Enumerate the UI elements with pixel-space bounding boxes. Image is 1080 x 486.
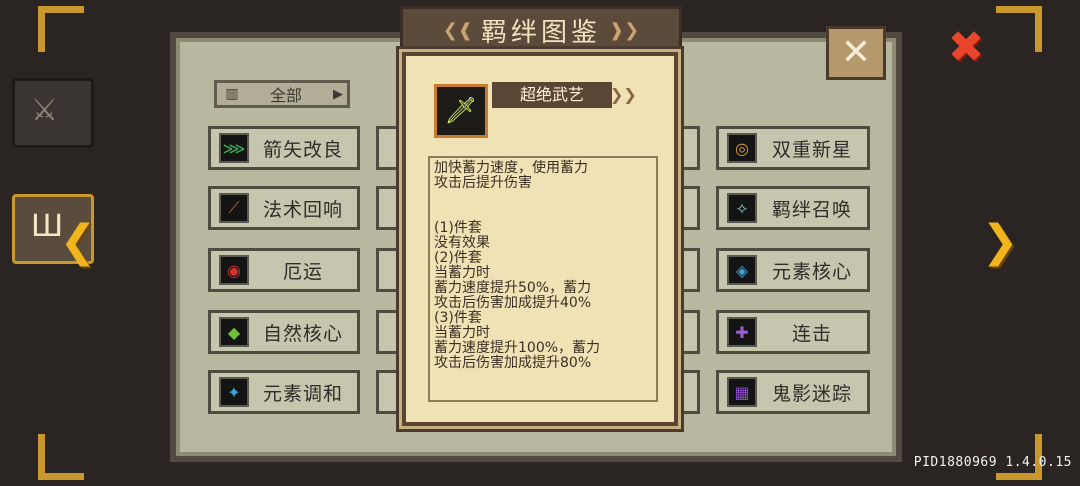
weapon-tab[interactable]: ⚔ xyxy=(12,78,94,148)
next-page-button[interactable]: ❯ xyxy=(980,218,1020,266)
bond-card[interactable]: ◎ 双重新星 xyxy=(716,126,870,170)
frame-corner-top-left xyxy=(38,6,84,52)
bond-card-label: 双重新星 xyxy=(771,138,852,161)
gem-icon: ◆ xyxy=(219,317,249,347)
version-text: PID1880969 1.4.0.15 xyxy=(913,455,1072,470)
bond-card[interactable]: ⟋ 法术回响 xyxy=(208,186,360,230)
core-icon: ◈ xyxy=(727,255,757,285)
bond-card-label: 元素核心 xyxy=(771,260,852,283)
element-icon: ✦ xyxy=(219,377,249,407)
bond-card-hidden[interactable] xyxy=(376,310,400,354)
tooltip-title: 超绝武艺 xyxy=(492,82,612,108)
bond-tooltip: 🗡 超绝武艺 ❯❯ 加快蓄力速度，使用蓄力 攻击后提升伤害 (1)件套 没有效果… xyxy=(402,52,678,426)
bond-card-label: 箭矢改良 xyxy=(262,138,343,161)
bond-card[interactable]: ⟡ 羁绊召唤 xyxy=(716,186,870,230)
sword-icon: 🗡 xyxy=(434,84,488,138)
summon-icon: ⟡ xyxy=(727,193,757,223)
grid-icon: ▥ xyxy=(225,86,239,102)
tooltip-chevrons: ❯❯ xyxy=(610,85,637,104)
bond-card-hidden[interactable] xyxy=(676,310,700,354)
close-x-icon: ✖ xyxy=(947,22,985,73)
bond-card-label: 厄运 xyxy=(282,260,323,283)
chevron-left-icon: ❮ xyxy=(59,216,97,267)
nova-icon: ◎ xyxy=(727,133,757,163)
main-close-button[interactable]: ✖ xyxy=(944,26,988,72)
curse-icon: ◉ xyxy=(219,255,249,285)
title-deco-left: ❮❰ xyxy=(442,19,473,41)
staff-icon: ⟋ xyxy=(219,193,249,223)
bond-card[interactable]: ◈ 元素核心 xyxy=(716,248,870,292)
frame-corner-top-right xyxy=(996,6,1042,52)
bond-card[interactable]: ◉ 厄运 xyxy=(208,248,360,292)
bond-card-label: 连击 xyxy=(791,322,832,345)
bond-card[interactable]: ⋙ 箭矢改良 xyxy=(208,126,360,170)
filter-label: 全部 xyxy=(269,86,302,105)
page-title-banner: ❮❰ 羁绊图鉴 ❱❯ xyxy=(400,6,682,54)
chevron-right-icon: ❯ xyxy=(981,216,1019,267)
prev-page-button[interactable]: ❮ xyxy=(58,218,98,266)
bond-card-hidden[interactable] xyxy=(676,248,700,292)
bond-card-label: 鬼影迷踪 xyxy=(771,382,852,405)
bond-card-hidden[interactable] xyxy=(376,126,400,170)
bond-card-hidden[interactable] xyxy=(376,248,400,292)
close-icon: ✕ xyxy=(840,32,872,73)
bond-card-label: 法术回响 xyxy=(262,198,343,221)
bond-card-label: 自然核心 xyxy=(262,322,343,345)
bond-card-hidden[interactable] xyxy=(376,370,400,414)
frame-corner-bottom-left xyxy=(38,434,84,480)
title-deco-right: ❱❯ xyxy=(609,19,640,41)
bond-card-hidden[interactable] xyxy=(676,186,700,230)
ghost-icon: ▦ xyxy=(727,377,757,407)
page-title: 羁绊图鉴 xyxy=(480,17,601,48)
arrows-icon: ⋙ xyxy=(219,133,249,163)
bond-card[interactable]: ✦ 元素调和 xyxy=(208,370,360,414)
bond-card-hidden[interactable] xyxy=(676,126,700,170)
filter-dropdown[interactable]: ▥ 全部 ▶ xyxy=(214,80,350,108)
caret-right-icon: ▶ xyxy=(333,86,343,102)
bond-card[interactable]: ▦ 鬼影迷踪 xyxy=(716,370,870,414)
tooltip-description: 加快蓄力速度，使用蓄力 攻击后提升伤害 (1)件套 没有效果 (2)件套 当蓄力… xyxy=(428,156,658,402)
combo-icon: ✚ xyxy=(727,317,757,347)
bond-card-hidden[interactable] xyxy=(676,370,700,414)
bond-card[interactable]: ✚ 连击 xyxy=(716,310,870,354)
bond-card-label: 元素调和 xyxy=(262,382,343,405)
bond-card[interactable]: ◆ 自然核心 xyxy=(208,310,360,354)
sword-icon: ⚔ xyxy=(31,93,58,128)
bond-card-hidden[interactable] xyxy=(376,186,400,230)
board-close-button[interactable]: ✕ xyxy=(826,26,886,80)
bond-card-label: 羁绊召唤 xyxy=(771,198,852,221)
